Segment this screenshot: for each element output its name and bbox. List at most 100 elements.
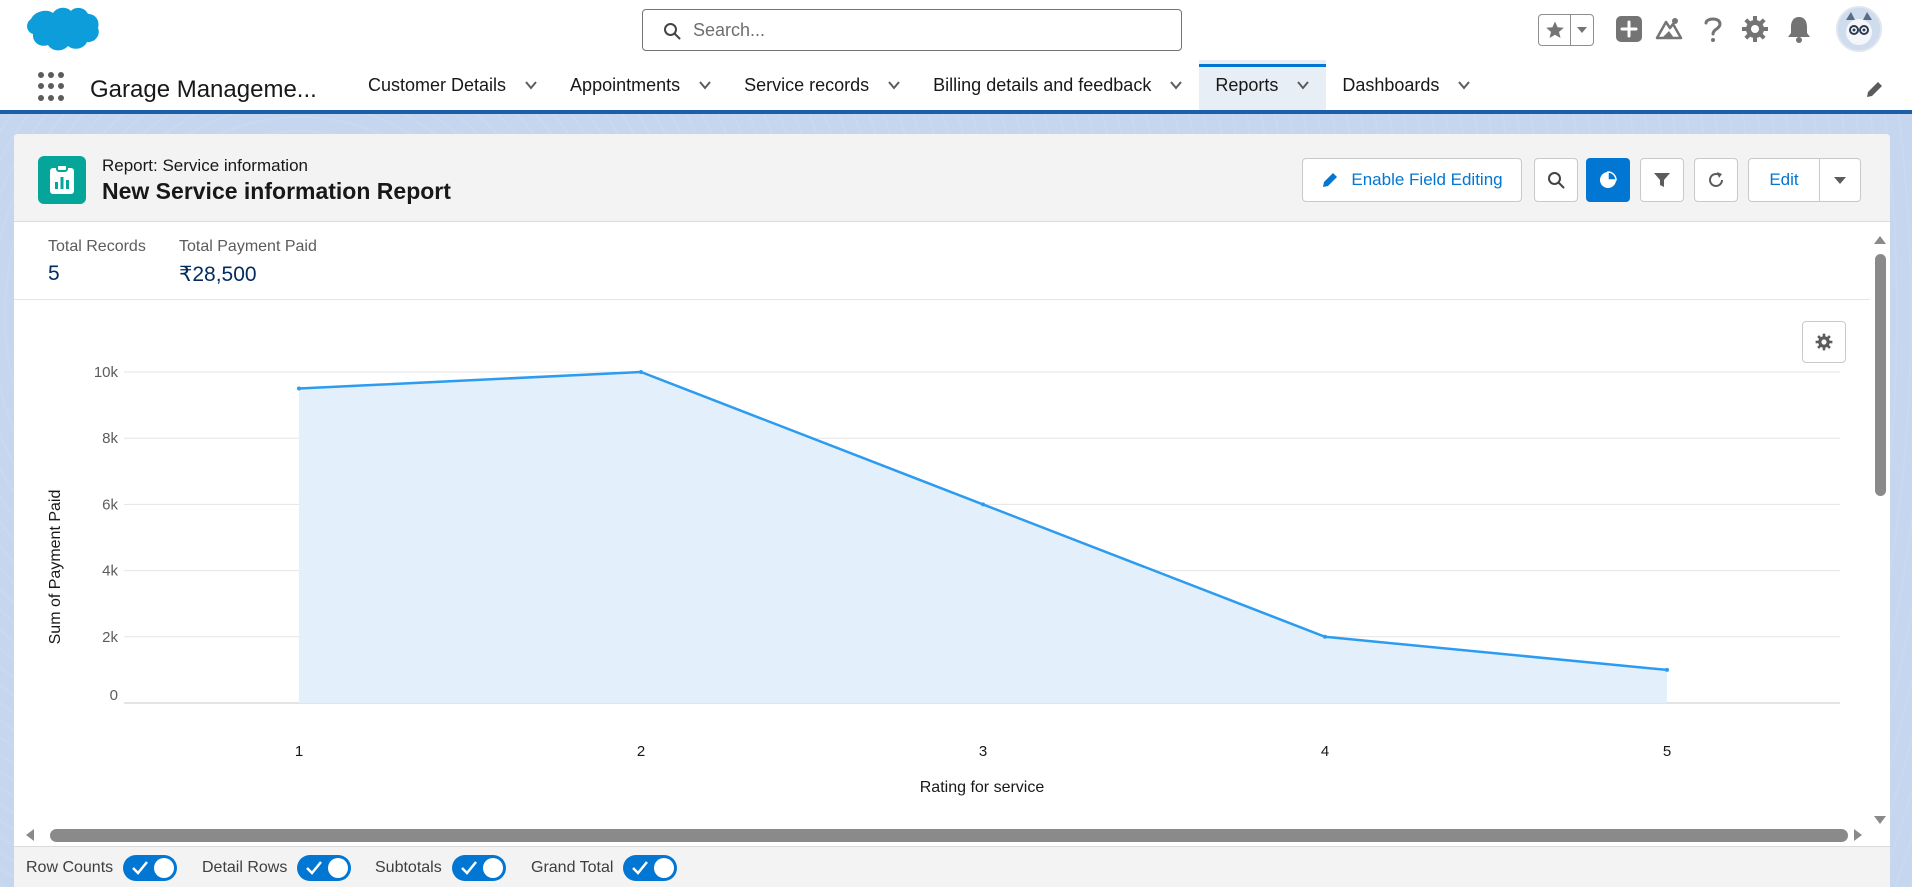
search-input[interactable] bbox=[693, 18, 1163, 42]
toggle-label: Grand Total bbox=[531, 859, 614, 876]
trailhead-icon bbox=[1655, 18, 1683, 40]
report-footer: Row Counts Detail Rows Subtotals Grand T… bbox=[14, 846, 1890, 887]
check-icon bbox=[306, 861, 323, 875]
app-launcher-icon[interactable] bbox=[38, 72, 68, 102]
data-point bbox=[297, 386, 301, 391]
data-point bbox=[1665, 667, 1669, 672]
horizontal-scrollbar[interactable] bbox=[14, 824, 1870, 846]
toggle-detail-rows[interactable]: Detail Rows bbox=[202, 855, 352, 881]
toggle-label: Detail Rows bbox=[202, 859, 288, 876]
filter-button[interactable] bbox=[1640, 158, 1684, 202]
edit-button[interactable]: Edit bbox=[1748, 158, 1820, 202]
favorites-group bbox=[1538, 14, 1594, 46]
y-tick-label: 2k bbox=[102, 629, 118, 646]
report-header: Report: Service information New Service … bbox=[14, 134, 1890, 222]
tab-label: Reports bbox=[1215, 74, 1279, 95]
toggle-grand-total[interactable]: Grand Total bbox=[531, 855, 678, 881]
edit-nav-pencil-icon[interactable] bbox=[1864, 80, 1884, 100]
tab-billing-details-and-feedback[interactable]: Billing details and feedback bbox=[917, 60, 1199, 110]
x-tick-label: 3 bbox=[979, 743, 987, 760]
tab-service-records[interactable]: Service records bbox=[728, 60, 917, 110]
y-axis-title: Sum of Payment Paid bbox=[47, 490, 64, 645]
x-tick-label: 1 bbox=[295, 743, 303, 760]
summary-value: 5 bbox=[48, 262, 60, 285]
scroll-down-arrow-icon[interactable] bbox=[1874, 816, 1886, 824]
global-actions-button[interactable] bbox=[1614, 14, 1644, 44]
scroll-left-arrow-icon[interactable] bbox=[26, 829, 34, 841]
report-kicker: Report: Service information bbox=[102, 156, 308, 175]
salesforce-cloud-logo[interactable] bbox=[20, 4, 100, 58]
summary-label: Total Records bbox=[48, 238, 146, 255]
data-point bbox=[1323, 634, 1327, 639]
report-icon bbox=[38, 156, 86, 204]
pencil-icon bbox=[1323, 173, 1338, 187]
grand-total-switch[interactable] bbox=[623, 855, 678, 881]
vertical-scroll-thumb[interactable] bbox=[1875, 254, 1886, 496]
chevron-down-icon[interactable] bbox=[524, 78, 538, 92]
notifications-button[interactable] bbox=[1784, 14, 1814, 44]
horizontal-scroll-thumb[interactable] bbox=[50, 829, 1848, 842]
series-area bbox=[299, 372, 1667, 703]
refresh-icon bbox=[1709, 172, 1723, 187]
x-tick-label: 4 bbox=[1321, 743, 1329, 760]
chart-settings-button[interactable] bbox=[1802, 321, 1846, 363]
favorites-star-button[interactable] bbox=[1539, 15, 1571, 45]
search-report-button[interactable] bbox=[1534, 158, 1578, 202]
data-point bbox=[639, 370, 643, 374]
check-icon bbox=[632, 861, 649, 875]
edit-menu-button[interactable] bbox=[1819, 158, 1861, 202]
chevron-down-icon[interactable] bbox=[698, 78, 712, 92]
tab-reports[interactable]: Reports bbox=[1199, 60, 1327, 110]
toggle-label: Row Counts bbox=[26, 859, 114, 876]
pie-chart-icon bbox=[1600, 171, 1617, 188]
summary-value: ₹28,500 bbox=[179, 263, 257, 286]
scroll-up-arrow-icon[interactable] bbox=[1874, 236, 1886, 244]
tab-label: Billing details and feedback bbox=[933, 74, 1152, 95]
x-tick-label: 2 bbox=[637, 743, 645, 760]
row-counts-switch[interactable] bbox=[123, 855, 178, 881]
report-card: Report: Service information New Service … bbox=[14, 134, 1890, 887]
check-icon bbox=[460, 861, 477, 875]
favorites-menu-button[interactable] bbox=[1571, 15, 1593, 45]
vertical-scrollbar[interactable] bbox=[1870, 232, 1890, 830]
app-nav-bar: Garage Manageme... Customer Details Appo… bbox=[0, 60, 1912, 114]
toggle-subtotals[interactable]: Subtotals bbox=[375, 855, 506, 881]
y-tick-label: 8k bbox=[102, 430, 118, 447]
app-name: Garage Manageme... bbox=[90, 76, 317, 103]
chevron-down-icon bbox=[1577, 27, 1587, 33]
global-search[interactable] bbox=[642, 9, 1182, 51]
summary-total-records: Total Records 5 bbox=[48, 238, 146, 286]
refresh-button[interactable] bbox=[1694, 158, 1738, 202]
bell-icon bbox=[1788, 17, 1810, 43]
chevron-down-icon[interactable] bbox=[887, 78, 901, 92]
setup-button[interactable] bbox=[1740, 14, 1770, 44]
detail-rows-switch[interactable] bbox=[297, 855, 352, 881]
enable-field-editing-button[interactable]: Enable Field Editing bbox=[1302, 158, 1522, 202]
chevron-down-icon[interactable] bbox=[1169, 78, 1183, 92]
report-summary: Total Records 5 Total Payment Paid ₹28,5… bbox=[14, 222, 1870, 300]
y-tick-label: 10k bbox=[94, 364, 119, 381]
toggle-row-counts[interactable]: Row Counts bbox=[26, 855, 178, 881]
gear-icon bbox=[1815, 333, 1833, 351]
tab-dashboards[interactable]: Dashboards bbox=[1326, 60, 1487, 110]
tab-label: Service records bbox=[744, 74, 870, 95]
help-button[interactable] bbox=[1698, 14, 1728, 44]
edit-label: Edit bbox=[1769, 170, 1799, 189]
x-tick-label: 5 bbox=[1663, 743, 1671, 760]
search-icon bbox=[1548, 172, 1565, 189]
chart-area: 0 2k 4k 6k 8k 10k 1 2 3 4 5 Rating for service Sum o… bbox=[14, 300, 1870, 820]
chevron-down-icon[interactable] bbox=[1457, 78, 1471, 92]
check-icon bbox=[132, 861, 149, 875]
area-chart: 0 2k 4k 6k 8k 10k 1 2 3 4 5 Rating for service Sum o… bbox=[47, 364, 1840, 796]
tab-appointments[interactable]: Appointments bbox=[554, 60, 728, 110]
tab-label: Customer Details bbox=[368, 74, 507, 95]
toggle-label: Subtotals bbox=[375, 859, 442, 876]
toggle-chart-button[interactable] bbox=[1586, 158, 1630, 202]
tab-customer-details[interactable]: Customer Details bbox=[352, 60, 554, 110]
global-header bbox=[0, 0, 1912, 60]
scroll-right-arrow-icon[interactable] bbox=[1854, 829, 1862, 841]
chevron-down-icon[interactable] bbox=[1296, 78, 1310, 92]
subtotals-switch[interactable] bbox=[451, 855, 506, 881]
avatar[interactable] bbox=[1836, 6, 1882, 52]
trailhead-button[interactable] bbox=[1654, 14, 1684, 44]
